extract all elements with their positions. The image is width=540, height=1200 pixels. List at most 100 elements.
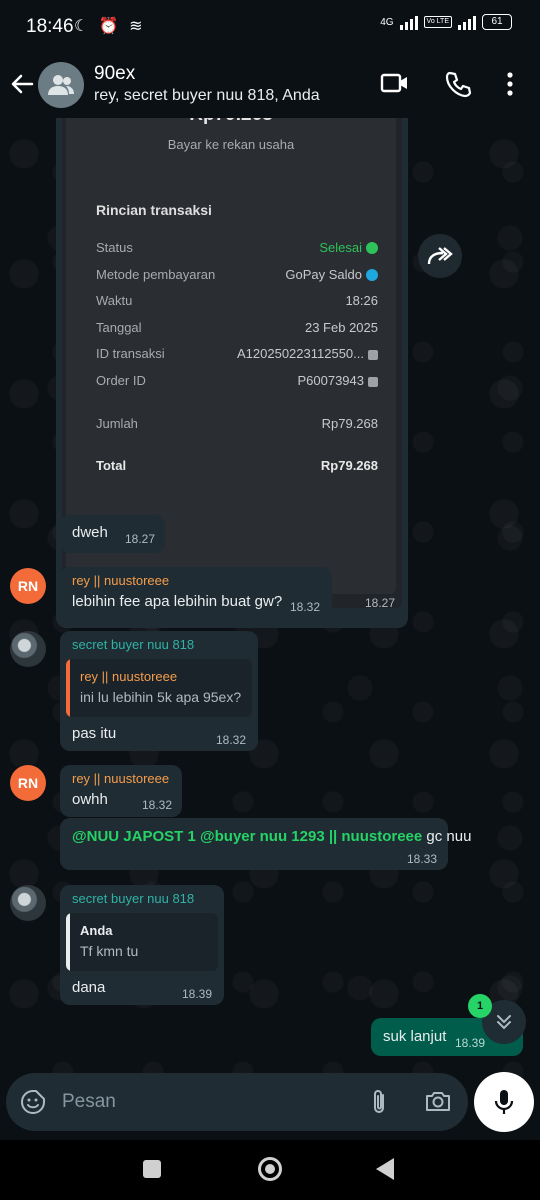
message-text-suffix: gc nuu (422, 828, 472, 845)
message-time: 18.27 (365, 596, 396, 608)
chat-participants[interactable]: rey, secret buyer nuu 818, Anda (94, 87, 320, 105)
message-text: dweh (72, 524, 108, 541)
message-text: pas itu (72, 725, 117, 742)
chat-header: 90ex rey, secret buyer nuu 818, Anda (0, 54, 540, 118)
receipt-row-order-id: Order ID P60073943 (96, 373, 378, 388)
avatar[interactable] (10, 631, 46, 667)
avatar[interactable]: RN (10, 765, 46, 801)
double-chevron-down-icon (497, 1015, 511, 1030)
quote-sender: Anda (80, 923, 113, 938)
row-label: Status (96, 240, 133, 255)
message-text: suk lanjut (383, 1028, 447, 1045)
message-text: owhh (72, 791, 108, 808)
message-text: @NUU JAPOST 1 @buyer nuu 1293 || nuustor… (72, 828, 471, 845)
back-arrow-icon[interactable] (8, 70, 36, 98)
row-value: P60073943 (297, 373, 378, 388)
sticker-icon[interactable] (20, 1089, 46, 1120)
signal-icon (399, 14, 418, 30)
forward-button[interactable] (418, 234, 462, 278)
receipt-row-payment-method: Metode pembayaran GoPay Saldo (96, 267, 378, 282)
mention-link[interactable]: @NUU JAPOST 1 (72, 828, 196, 845)
copy-icon (368, 377, 378, 387)
message-bubble[interactable]: secret buyer nuu 818 Anda Tf kmn tu dana… (60, 885, 224, 1005)
sender-name[interactable]: rey || nuustoreee (72, 573, 169, 588)
home-icon[interactable] (258, 1157, 282, 1181)
receipt-amount: Rp79.268 (66, 118, 396, 126)
status-bar: 18:46 ☾ ⏰ ≋ 4G Vo LTE 61 (0, 0, 540, 54)
recents-icon[interactable] (143, 1160, 161, 1178)
row-label: Waktu (96, 293, 133, 308)
network-type: 4G (380, 16, 394, 28)
receipt-subtitle: Bayar ke rekan usaha (167, 137, 295, 152)
quote-text: ini lu lebihin 5k apa 95ex? (80, 689, 242, 705)
back-icon[interactable] (376, 1158, 394, 1180)
forward-icon (427, 247, 453, 265)
message-bubble[interactable]: rey || nuustoreee lebihin fee apa lebihi… (60, 567, 332, 619)
row-label: Total (96, 458, 127, 473)
sender-name[interactable]: secret buyer nuu 818 (72, 891, 194, 906)
mention-link[interactable]: @buyer nuu 1293 || nuustoreee (200, 828, 422, 845)
microphone-icon (494, 1090, 514, 1114)
row-label: ID transaksi (96, 346, 165, 361)
gopay-icon (366, 269, 378, 281)
status-time: 18:46 (26, 16, 74, 37)
quoted-message[interactable]: rey || nuustoreee ini lu lebihin 5k apa … (66, 659, 252, 717)
quote-bar (66, 659, 70, 717)
receipt-row-transaction-id: ID transaksi A120250223112550... (96, 346, 378, 361)
message-time: 18.27 (125, 532, 156, 546)
volte-badge: Vo LTE (423, 16, 452, 28)
message-bubble[interactable]: dweh 18.27 (60, 515, 165, 553)
row-value: Rp79.268 (321, 416, 378, 431)
message-time: 18.39 (455, 1036, 486, 1050)
message-time: 18.32 (216, 733, 247, 747)
signal-icon-2 (458, 14, 476, 30)
row-value: 23 Feb 2025 (304, 320, 378, 335)
chat-area[interactable]: Rp79.268 Bayar ke rekan usaha Rincian tr… (0, 118, 540, 1080)
chat-title[interactable]: 90ex (94, 63, 135, 85)
row-value: Selesai (319, 240, 378, 255)
receipt-row-amount: Jumlah Rp79.268 (96, 416, 378, 431)
message-text: lebihin fee apa lebihin buat gw? (72, 593, 283, 610)
row-value: GoPay Saldo (285, 267, 378, 282)
status-right: 4G Vo LTE 61 (380, 14, 512, 30)
receipt-row-time: Waktu 18:26 (96, 293, 378, 308)
system-nav-bar (0, 1140, 540, 1200)
quote-bar (66, 913, 70, 971)
row-label: Metode pembayaran (96, 267, 216, 282)
row-value: 18:26 (345, 293, 378, 308)
message-text: dana (72, 979, 106, 996)
check-icon (366, 242, 378, 254)
copy-icon (368, 350, 378, 360)
receipt-row-total: Total Rp79.268 (96, 458, 378, 473)
camera-icon[interactable] (424, 1089, 452, 1118)
receipt-section-title: Rincian transaksi (96, 202, 212, 218)
battery-icon: 61 (482, 14, 512, 30)
message-bubble[interactable]: secret buyer nuu 818 rey || nuustoreee i… (60, 631, 258, 751)
row-label: Tanggal (96, 320, 142, 335)
message-bubble[interactable]: @NUU JAPOST 1 @buyer nuu 1293 || nuustor… (60, 818, 471, 870)
message-input[interactable]: Pesan (62, 1091, 116, 1113)
more-options-icon[interactable] (506, 70, 514, 103)
attachment-icon[interactable] (368, 1088, 390, 1121)
voice-record-button[interactable] (474, 1072, 534, 1132)
message-time: 18.33 (407, 852, 438, 866)
group-icon (48, 75, 74, 95)
message-input-bar[interactable]: Pesan (6, 1073, 468, 1131)
video-call-icon[interactable] (380, 71, 410, 100)
avatar[interactable] (10, 885, 46, 921)
receipt-row-date: Tanggal 23 Feb 2025 (96, 320, 378, 335)
message-time: 18.39 (182, 987, 213, 1001)
group-avatar[interactable] (38, 62, 84, 108)
sender-name[interactable]: rey || nuustoreee (72, 771, 169, 786)
receipt-row-status: Status Selesai (96, 240, 378, 255)
row-label: Order ID (96, 373, 146, 388)
avatar[interactable]: RN (10, 568, 46, 604)
message-bubble[interactable]: rey || nuustoreee owhh 18.32 (60, 765, 182, 817)
row-value: Rp79.268 (320, 458, 378, 473)
message-time: 18.32 (290, 600, 321, 614)
quoted-message[interactable]: Anda Tf kmn tu (66, 913, 218, 971)
voice-call-icon[interactable] (444, 70, 472, 103)
status-icons: ☾ ⏰ ≋ (74, 18, 146, 35)
sender-name[interactable]: secret buyer nuu 818 (72, 637, 194, 652)
quote-sender: rey || nuustoreee (80, 669, 178, 684)
